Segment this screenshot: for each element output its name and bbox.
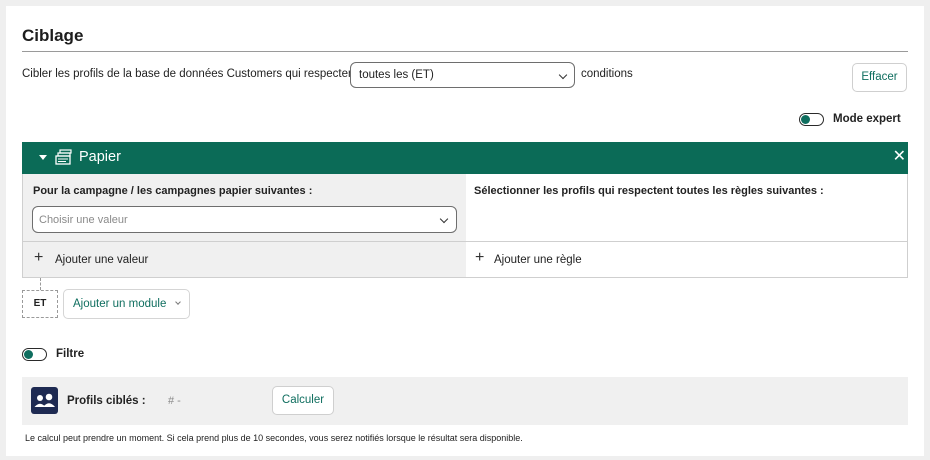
column-divider bbox=[466, 241, 907, 242]
targeting-suffix-text: conditions bbox=[581, 68, 633, 80]
calculation-footnote: Le calcul peut prendre un moment. Si cel… bbox=[25, 433, 523, 443]
expert-mode-toggle[interactable] bbox=[799, 113, 824, 126]
campaign-column-label: Pour la campagne / les campagnes papier … bbox=[33, 185, 313, 197]
targeted-profiles-box: Profils ciblés : # - Calculer bbox=[22, 377, 908, 425]
module-header[interactable]: Papier ✕ bbox=[22, 142, 908, 174]
module-title: Papier bbox=[79, 149, 121, 165]
users-icon bbox=[34, 393, 55, 407]
targeted-profiles-label: Profils ciblés : bbox=[67, 395, 146, 407]
add-value-button[interactable]: Ajouter une valeur bbox=[55, 254, 148, 266]
profiles-avatar bbox=[31, 387, 58, 414]
campaign-select[interactable]: Choisir une valeur bbox=[32, 206, 457, 233]
section-title: Ciblage bbox=[22, 26, 84, 45]
column-divider bbox=[23, 241, 466, 242]
rules-column: Sélectionner les profils qui respectent … bbox=[466, 174, 907, 277]
toggle-knob bbox=[24, 349, 33, 359]
chevron-down-icon bbox=[175, 299, 181, 305]
toggle-knob bbox=[801, 114, 810, 124]
filter-label: Filtre bbox=[56, 348, 85, 360]
operator-badge[interactable]: ET bbox=[22, 290, 58, 318]
add-rule-button[interactable]: Ajouter une règle bbox=[494, 254, 582, 266]
campaign-select-placeholder: Choisir une valeur bbox=[39, 214, 128, 226]
chevron-down-icon bbox=[558, 70, 568, 80]
condition-select[interactable]: toutes les (ET) bbox=[350, 62, 575, 88]
plus-icon: + bbox=[475, 249, 485, 266]
chevron-down-icon bbox=[439, 214, 449, 224]
campaign-column: Pour la campagne / les campagnes papier … bbox=[23, 174, 466, 277]
targeting-panel: Ciblage Cibler les profils de la base de… bbox=[6, 6, 924, 456]
title-divider bbox=[22, 51, 908, 52]
filter-toggle[interactable] bbox=[22, 348, 47, 361]
plus-icon: + bbox=[34, 249, 44, 266]
condition-select-value: toutes les (ET) bbox=[359, 69, 434, 81]
calculate-button[interactable]: Calculer bbox=[272, 386, 334, 415]
paper-stack-icon bbox=[55, 149, 72, 165]
add-module-label: Ajouter un module bbox=[73, 298, 167, 310]
rules-column-label: Sélectionner les profils qui respectent … bbox=[474, 185, 824, 197]
add-module-button[interactable]: Ajouter un module bbox=[63, 289, 190, 319]
clear-button[interactable]: Effacer bbox=[852, 63, 907, 92]
targeted-profiles-count: # - bbox=[168, 395, 181, 407]
expert-mode-label: Mode expert bbox=[833, 113, 901, 125]
module-connector-line bbox=[40, 278, 41, 290]
targeting-prefix-text: Cibler les profils de la base de données… bbox=[22, 68, 358, 80]
collapse-triangle-icon[interactable] bbox=[39, 155, 47, 160]
paper-module: Papier ✕ Pour la campagne / les campagne… bbox=[22, 142, 908, 278]
close-icon[interactable]: ✕ bbox=[893, 148, 906, 166]
